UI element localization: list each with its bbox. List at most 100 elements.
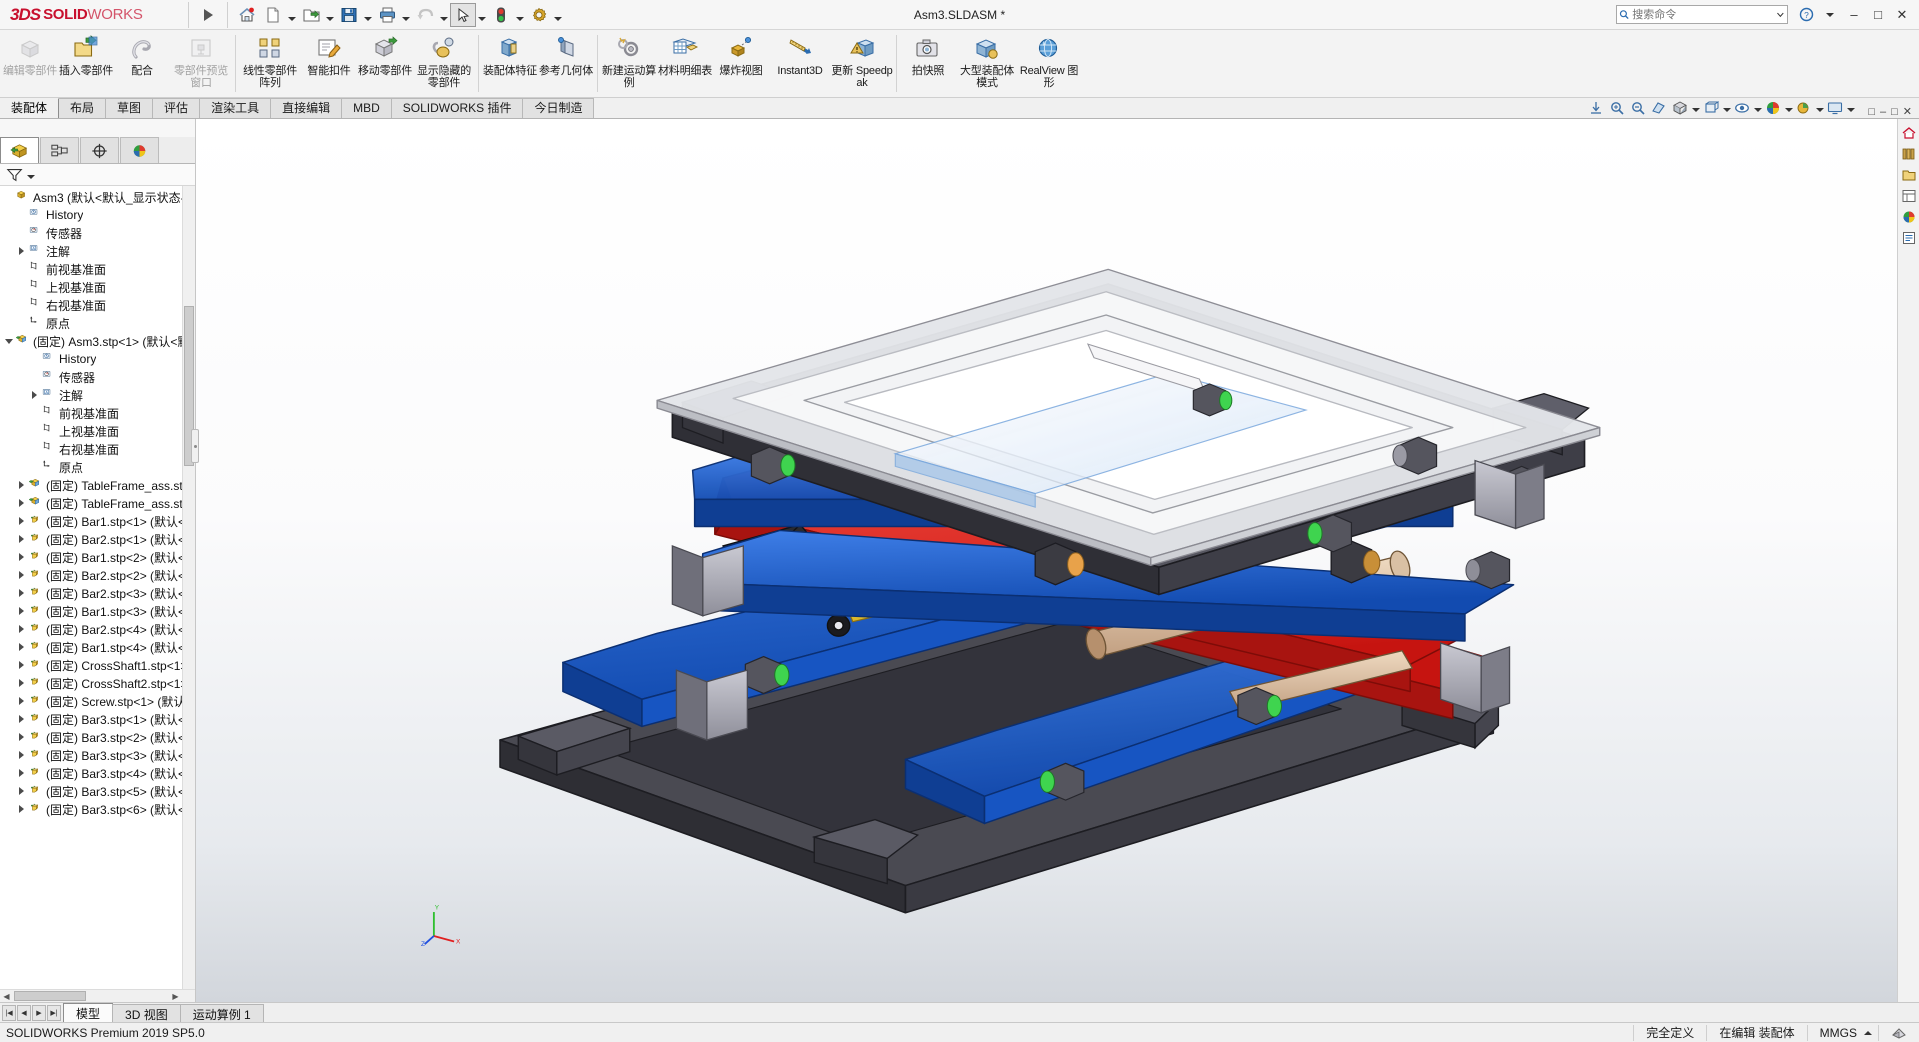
tab-assembly[interactable]: 装配体 (0, 98, 60, 118)
new-document-dropdown[interactable] (286, 2, 298, 28)
tree-row[interactable]: (固定) Screw.stp<1> (默认· (0, 692, 195, 710)
tree-row[interactable]: (固定) TableFrame_ass.stp (0, 494, 195, 512)
appearance-dropdown[interactable] (1784, 98, 1793, 117)
undo-dropdown[interactable] (438, 2, 450, 28)
tree-hscroll-thumb[interactable] (14, 991, 86, 1001)
ribbon-exploded-view[interactable]: 爆炸视图 (713, 30, 769, 97)
ribbon-update-speedpak[interactable]: 更新 Speedpak (831, 30, 893, 97)
file-explorer-icon[interactable] (1899, 165, 1918, 184)
tree-row[interactable]: 前视基准面 (0, 260, 195, 278)
section-view-icon[interactable] (1649, 98, 1669, 117)
display-style-dropdown[interactable] (1722, 98, 1731, 117)
doc-minimize-button[interactable]: – (1880, 106, 1886, 118)
tab-evaluate[interactable]: 评估 (152, 98, 201, 118)
feature-manager-tab[interactable] (0, 137, 39, 163)
tree-expand-arrow[interactable] (15, 787, 28, 795)
tree-row[interactable]: (固定) CrossShaft2.stp<1> (0, 674, 195, 692)
save-icon[interactable] (336, 2, 362, 28)
select-dropdown[interactable] (476, 2, 488, 28)
tree-row[interactable]: (固定) Bar1.stp<2> (默认< (0, 548, 195, 566)
tree-row[interactable]: (固定) Bar1.stp<3> (默认< (0, 602, 195, 620)
tree-expand-arrow[interactable] (15, 679, 28, 687)
ribbon-move-component[interactable]: 移动零部件 (357, 30, 413, 97)
tab-mbd[interactable]: MBD (341, 98, 392, 118)
tree-row[interactable]: A 注解 (0, 242, 195, 260)
undo-icon[interactable] (412, 2, 438, 28)
select-cursor-icon[interactable] (450, 2, 476, 27)
print-dropdown[interactable] (400, 2, 412, 28)
view-settings-dropdown[interactable] (1846, 98, 1855, 117)
tree-horizontal-scrollbar[interactable]: ◀ ▶ (0, 989, 195, 1002)
property-manager-tab[interactable] (40, 137, 79, 163)
tree-expand-arrow[interactable] (15, 751, 28, 759)
tab-today[interactable]: 今日制造 (522, 98, 595, 118)
configuration-manager-tab[interactable] (80, 137, 119, 163)
tree-row[interactable]: (固定) Bar3.stp<5> (默认< (0, 782, 195, 800)
tree-collapse-arrow[interactable] (2, 338, 15, 344)
tree-expand-arrow[interactable] (28, 391, 41, 399)
tree-expand-arrow[interactable] (15, 499, 28, 507)
tree-row[interactable]: 传感器 (0, 224, 195, 242)
ribbon-large-assembly-mode[interactable]: 大型装配体模式 (956, 30, 1018, 97)
tree-row[interactable]: (固定) Asm3.stp<1> (默认<默 (0, 332, 195, 350)
tree-row[interactable]: (固定) Bar3.stp<1> (默认< (0, 710, 195, 728)
tree-expand-arrow[interactable] (15, 715, 28, 723)
doc-close-button[interactable]: ✕ (1903, 105, 1912, 118)
filter-funnel-icon[interactable] (6, 167, 24, 183)
tree-row[interactable]: Asm3 (默认<默认_显示状态-1>) (0, 188, 195, 206)
tree-row[interactable]: (固定) Bar3.stp<4> (默认< (0, 764, 195, 782)
tree-row[interactable]: 右视基准面 (0, 296, 195, 314)
panel-splitter-handle[interactable] (191, 429, 199, 463)
options-gear-icon[interactable] (526, 2, 552, 28)
menu-expand-button[interactable] (195, 2, 221, 28)
tree-row[interactable]: (固定) Bar3.stp<3> (默认< (0, 746, 195, 764)
feature-tree[interactable]: Asm3 (默认<默认_显示状态-1>) History 传感器 A 注解 前视基准面 上视… (0, 186, 195, 989)
view-palette-icon[interactable] (1899, 186, 1918, 205)
tree-row[interactable]: (固定) Bar2.stp<1> (默认< (0, 530, 195, 548)
scene-dropdown[interactable] (1815, 98, 1824, 117)
tab-3d-views[interactable]: 3D 视图 (112, 1004, 181, 1023)
rebuild-icon[interactable] (488, 2, 514, 28)
tab-motion-study-1[interactable]: 运动算例 1 (179, 1004, 264, 1023)
zoom-to-area-icon[interactable] (1607, 98, 1627, 117)
tree-expand-arrow[interactable] (15, 589, 28, 597)
tree-row[interactable]: (固定) Bar2.stp<3> (默认< (0, 584, 195, 602)
ribbon-take-snapshot[interactable]: 拍快照 (900, 30, 956, 97)
doc-restore-button[interactable]: □ (1868, 106, 1875, 118)
graphics-area[interactable]: Y X Z (196, 119, 1919, 1002)
search-input[interactable] (1629, 7, 1777, 22)
tree-expand-arrow[interactable] (15, 643, 28, 651)
tree-vertical-scrollbar[interactable] (182, 186, 195, 989)
save-dropdown[interactable] (362, 2, 374, 28)
minimize-button[interactable]: – (1843, 4, 1865, 26)
open-folder-icon[interactable] (298, 2, 324, 28)
rebuild-dropdown[interactable] (514, 2, 526, 28)
home-icon[interactable] (234, 2, 260, 28)
doc-maximize-button[interactable]: □ (1891, 106, 1898, 118)
edit-appearance-icon[interactable] (1763, 98, 1783, 117)
tree-expand-arrow[interactable] (15, 769, 28, 777)
ribbon-instant3d[interactable]: Instant3D (769, 30, 831, 97)
design-library-icon[interactable] (1899, 144, 1918, 163)
tree-expand-arrow[interactable] (15, 661, 28, 669)
options-dropdown[interactable] (552, 2, 564, 28)
scroll-right-arrow[interactable]: ▶ (169, 990, 182, 1002)
tree-row[interactable]: (固定) TableFrame_ass.stp (0, 476, 195, 494)
apply-scene-icon[interactable] (1794, 98, 1814, 117)
tree-expand-arrow[interactable] (15, 805, 28, 813)
new-document-icon[interactable] (260, 2, 286, 28)
ribbon-bill-of-materials[interactable]: 材料明细表 (657, 30, 713, 97)
tree-expand-arrow[interactable] (15, 733, 28, 741)
tree-expand-arrow[interactable] (15, 481, 28, 489)
help-button[interactable]: ? (1795, 4, 1817, 26)
search-commands-box[interactable] (1616, 5, 1788, 24)
tree-row[interactable]: (固定) CrossShaft1.stp<1> (0, 656, 195, 674)
design-library-home-icon[interactable] (1899, 123, 1918, 142)
tab-sketch[interactable]: 草图 (105, 98, 154, 118)
tab-render-tools[interactable]: 渲染工具 (199, 98, 272, 118)
custom-properties-icon[interactable] (1899, 228, 1918, 247)
tree-row[interactable]: (固定) Bar1.stp<1> (默认< (0, 512, 195, 530)
tree-row[interactable]: 前视基准面 (0, 404, 195, 422)
previous-view-icon[interactable] (1628, 98, 1648, 117)
tab-solidworks-addins[interactable]: SOLIDWORKS 插件 (390, 98, 524, 118)
